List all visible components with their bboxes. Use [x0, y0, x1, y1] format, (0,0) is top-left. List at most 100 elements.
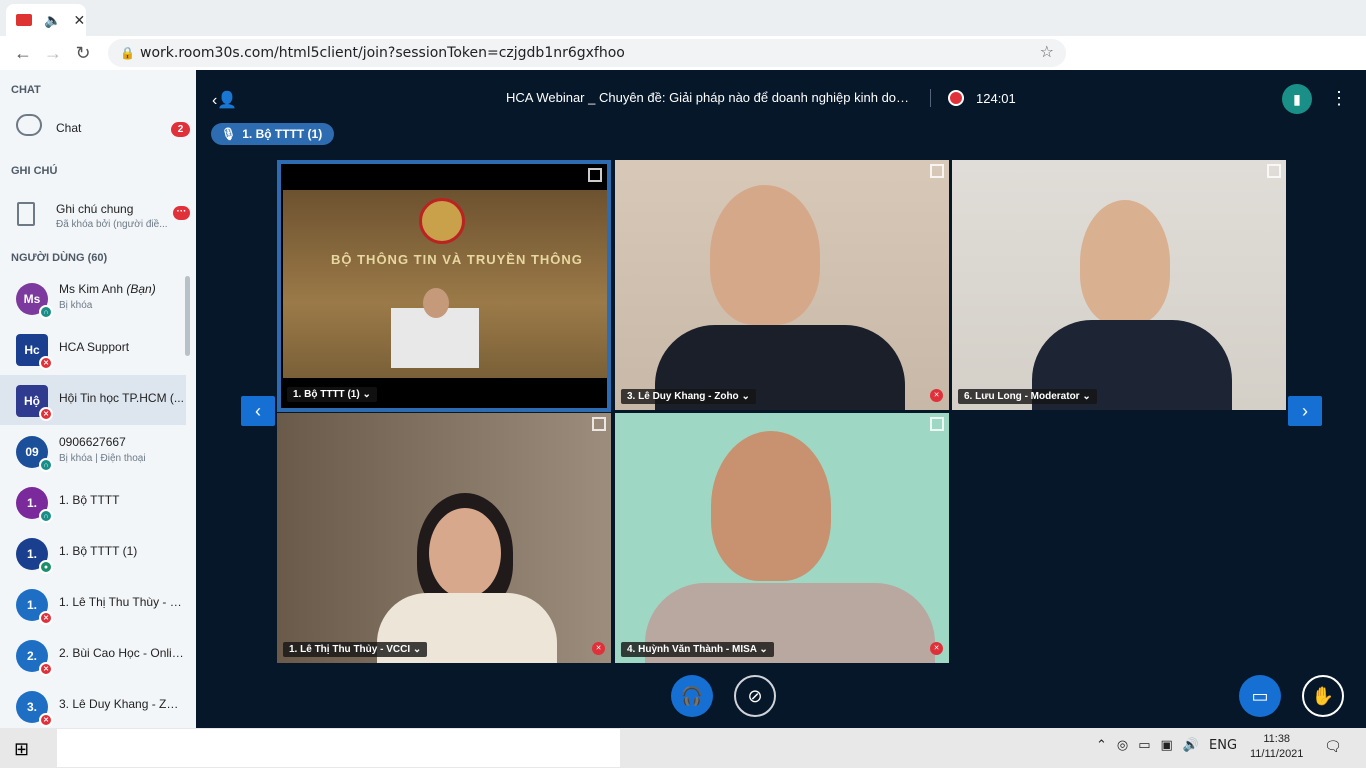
reload-icon[interactable]: ↻	[68, 43, 98, 64]
address-bar[interactable]: 🔒 work.room30s.com/html5client/join?sess…	[108, 39, 1066, 67]
video-tile[interactable]: BỘ THÔNG TIN VÀ TRUYỀN THÔNG 1. Bộ TTTT …	[277, 160, 611, 412]
user-name: 1. Bộ TTTT (1)	[59, 544, 184, 558]
fullscreen-icon[interactable]	[1267, 164, 1281, 178]
fullscreen-icon[interactable]	[930, 164, 944, 178]
battery-icon[interactable]: ▭	[1138, 738, 1150, 753]
raise-hand-button[interactable]: ✋	[1302, 675, 1344, 717]
video-tile[interactable]: 4. Huỳnh Văn Thành - MISA ⌄ ✕	[615, 413, 949, 663]
user-list-item[interactable]: 3. ✕ 3. Lê Duy Khang - Zoho	[0, 681, 186, 728]
muted-mic-icon: ✕	[592, 642, 605, 655]
notification-center-icon[interactable]: 🗨	[1324, 738, 1342, 755]
user-list-item[interactable]: 2. ✕ 2. Bùi Cao Học - Onlin...	[0, 630, 186, 680]
tile-name-label[interactable]: 1. Lê Thị Thu Thủy - VCCI ⌄	[283, 642, 428, 657]
video-tile[interactable]: 1. Lê Thị Thu Thủy - VCCI ⌄ ✕	[277, 413, 611, 663]
avatar-initials: 09	[25, 445, 39, 459]
user-list-item[interactable]: Ms ∩ Ms Kim Anh (Bạn) Bị khóa	[0, 273, 186, 323]
meeting-area: ‹👤 HCA Webinar _ Chuyên đề: Giải pháp nà…	[196, 70, 1366, 728]
user-name-text: 1. Bộ TTTT (1)	[59, 544, 138, 558]
back-arrow-icon[interactable]: ←	[8, 43, 38, 64]
notes-title: Ghi chú chung	[56, 202, 134, 216]
camera-off-button[interactable]: ⊘	[734, 675, 776, 717]
talking-indicator[interactable]: 🎙 1. Bộ TTTT (1)	[211, 123, 335, 145]
chat-item[interactable]: Chat 2	[0, 108, 196, 148]
avatar: 1. ✕	[16, 589, 53, 625]
hand-icon: ✋	[1311, 685, 1335, 706]
user-name: HCA Support	[59, 340, 184, 354]
user-list-item[interactable]: 09 ∩ 0906627667 Bị khóa | Điện thoại	[0, 426, 186, 476]
speaker-figure	[423, 288, 449, 318]
header-divider	[930, 89, 931, 107]
chat-bubble-icon	[16, 114, 42, 136]
webcam-icon[interactable]: ◎	[1117, 738, 1128, 753]
user-list-item[interactable]: Hc ✕ HCA Support	[0, 324, 186, 374]
users-section-title: NGƯỜI DÙNG (60)	[11, 252, 108, 264]
user-list-item[interactable]: 1. ● 1. Bộ TTTT (1)	[0, 528, 186, 578]
microphone-icon: 🎙	[221, 127, 237, 141]
user-name: Ms Kim Anh (Bạn)	[59, 282, 184, 296]
volume-icon[interactable]: 🔊	[1183, 738, 1199, 753]
user-list-scrollbar[interactable]	[185, 276, 190, 356]
user-name-text: 0906627667	[59, 435, 126, 449]
url-text: work.room30s.com/html5client/join?sessio…	[140, 45, 625, 61]
user-list-toggle-icon[interactable]: ‹👤	[212, 90, 237, 110]
notes-badge: ···	[173, 206, 190, 220]
previous-page-button[interactable]: ‹	[241, 396, 275, 426]
video-tile[interactable]: 3. Lê Duy Khang - Zoho ⌄ ✕	[615, 160, 949, 410]
muted-mic-icon: ✕	[39, 356, 53, 370]
tab-close-button[interactable]: ✕	[73, 12, 85, 29]
chevron-up-icon[interactable]: ⌃	[1096, 738, 1107, 753]
chat-label: Chat	[56, 121, 82, 135]
avatar-initials: 3.	[26, 700, 37, 714]
audio-headphones-button[interactable]: 🎧	[671, 675, 713, 717]
avatar: 1. ∩	[16, 487, 53, 523]
user-name-text: Ms Kim Anh	[59, 282, 127, 296]
avatar-initials: 1.	[26, 496, 37, 510]
network-icon[interactable]: ▣	[1161, 738, 1173, 753]
participant-figure	[429, 508, 501, 598]
user-list-item[interactable]: Hộ ✕ Hội Tin học TP.HCM (...	[0, 375, 186, 425]
browser-tab[interactable]: 🔈 ✕	[6, 4, 86, 36]
forward-arrow-icon[interactable]: →	[38, 43, 68, 64]
presentation-button[interactable]: ▭	[1239, 675, 1281, 717]
user-name-text: Hội Tin học TP.HCM (...	[59, 391, 184, 405]
tile-name-label[interactable]: 3. Lê Duy Khang - Zoho ⌄	[621, 389, 756, 404]
video-tile[interactable]: 6. Lưu Long - Moderator ⌄	[952, 160, 1286, 410]
participant-figure	[710, 185, 820, 325]
user-name: Hội Tin học TP.HCM (...	[59, 391, 184, 405]
avatar-initials: 2.	[26, 649, 37, 663]
tile-name-label[interactable]: 1. Bộ TTTT (1) ⌄	[287, 387, 377, 402]
connection-status-icon[interactable]: ▮	[1282, 84, 1312, 114]
avatar: Hc ✕	[16, 334, 53, 370]
fullscreen-icon[interactable]	[588, 168, 602, 182]
shared-notes-item[interactable]: Ghi chú chung Đã khóa bởi (người điề... …	[0, 192, 196, 236]
windows-start-icon[interactable]: ⊞	[14, 739, 29, 760]
avatar-initials: Ms	[23, 292, 41, 306]
more-options-icon[interactable]: ⋮	[1330, 88, 1348, 108]
avatar-initials: 1.	[26, 598, 37, 612]
system-clock[interactable]: 11:38 11/11/2021	[1250, 732, 1303, 762]
video-off-icon: ⊘	[747, 685, 763, 706]
speaker-icon[interactable]: 🔈	[44, 12, 61, 29]
note-document-icon	[17, 202, 35, 226]
user-list-item[interactable]: 1. ∩ 1. Bộ TTTT	[0, 477, 186, 527]
fullscreen-icon[interactable]	[930, 417, 944, 431]
recording-icon[interactable]	[948, 90, 964, 106]
recording-timer: 124:01	[976, 91, 1016, 106]
language-indicator[interactable]: ENG	[1209, 738, 1237, 753]
user-status-text: Bị khóa	[59, 300, 93, 311]
bookmark-star-icon[interactable]: ☆	[1040, 42, 1054, 61]
muted-mic-icon: ✕	[39, 713, 53, 727]
stage-banner: BỘ THÔNG TIN VÀ TRUYỀN THÔNG	[331, 252, 583, 267]
tile-name-label[interactable]: 6. Lưu Long - Moderator ⌄	[958, 389, 1097, 404]
next-page-button[interactable]: ›	[1288, 396, 1322, 426]
microphone-icon: ●	[39, 560, 53, 574]
tile-name-label[interactable]: 4. Huỳnh Văn Thành - MISA ⌄	[621, 642, 774, 657]
avatar: 09 ∩	[16, 436, 53, 472]
fullscreen-icon[interactable]	[592, 417, 606, 431]
user-list-item[interactable]: 1. ✕ 1. Lê Thị Thu Thùy - V...	[0, 579, 186, 629]
user-name: 1. Lê Thị Thu Thùy - V...	[59, 595, 184, 609]
user-name: 0906627667	[59, 435, 184, 449]
muted-mic-icon: ✕	[39, 662, 53, 676]
os-taskbar: ⊞ ⌃ ◎ ▭ ▣ 🔊 ENG 11:38 11/11/2021 🗨	[0, 728, 1366, 768]
taskbar-search-box[interactable]	[57, 729, 620, 767]
